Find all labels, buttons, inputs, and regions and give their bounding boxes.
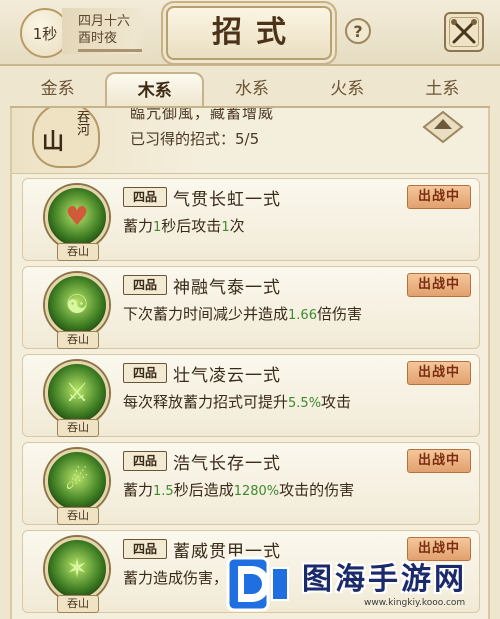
element-tabs: 金系 木系 水系 火系 土系 [10,72,490,108]
watermark-url: www.kingkiy.kooo.com [364,598,466,608]
tab-water-label: 水系 [235,79,269,99]
watermark-logo-icon [226,556,289,612]
desc-text: 每次释放蓄力招式可提升 [123,393,289,411]
desc-text: 秒后攻击 [161,217,222,235]
school-header: 山 吞河 臨亢御風，藏蓄增威 已习得的招式：5/5 [12,108,488,174]
rank-badge: 四品 [123,187,167,207]
close-button[interactable] [444,12,484,52]
time-speed-label: 1秒 [32,24,58,43]
tab-water[interactable]: 水系 [204,72,299,106]
skill-description: 每次释放蓄力招式可提升5.5%攻击 [123,391,351,412]
watermark-text: 图海手游网 [302,562,467,597]
desc-text: 蓄力造成伤害， [123,569,229,587]
desc-value: 1280% [233,484,280,499]
desc-value: 1 [221,220,230,235]
skill-name: 壮气凌云一式 [173,366,281,386]
desc-text: 攻击的伤害 [279,481,355,499]
date-line-2: 酉时夜 [78,31,118,46]
collapse-button[interactable] [422,110,464,144]
skill-glyph: ✶ [66,554,88,584]
skill-list-panel[interactable]: 山 吞河 臨亢御風，藏蓄增威 已习得的招式：5/5 ♥ 吞山 四品 气贯长虹一式… [10,108,490,619]
desc-text: 下次蓄力时间减少并造成 [123,305,289,323]
tab-earth[interactable]: 土系 [395,72,490,106]
desc-text: 倍伤害 [316,305,362,323]
school-tag: 吞山 [57,507,99,525]
school-motto: 臨亢御風，藏蓄增威 [130,108,275,122]
school-tag: 吞山 [57,419,99,437]
desc-value: 5.5% [288,396,322,411]
skill-card[interactable]: ⚔ 吞山 四品 壮气凌云一式 出战中 每次释放蓄力招式可提升5.5%攻击 [22,354,480,437]
school-tag: 吞山 [57,331,99,349]
tab-fire[interactable]: 火系 [300,72,395,106]
skill-glyph: ☄ [65,466,89,496]
school-seal-icon: 山 吞河 [32,108,100,168]
seal-char-big: 山 [42,129,65,155]
in-battle-badge[interactable]: 出战中 [407,449,471,473]
desc-text: 次 [229,217,245,235]
page-title: 招式 [212,15,300,50]
school-tag: 吞山 [57,595,99,613]
crossed-swords-close-icon [451,19,477,44]
rank-badge: 四品 [123,275,167,295]
desc-value: 1.66 [288,308,317,323]
skill-card[interactable]: ☯ 吞山 四品 神融气泰一式 出战中 下次蓄力时间减少并造成1.66倍伤害 [22,266,480,349]
swordsman-icon: ☄ [45,449,109,513]
slash-icon: ✶ [45,537,109,601]
in-battle-badge[interactable]: 出战中 [407,361,471,385]
tab-wood-label: 木系 [137,81,172,101]
tab-wood[interactable]: 木系 [105,72,205,106]
school-tag: 吞山 [57,243,99,261]
skill-name: 神融气泰一式 [173,278,281,298]
skill-card[interactable]: ♥ 吞山 四品 气贯长虹一式 出战中 蓄力1秒后攻击1次 [22,178,480,261]
desc-value: 1.5 [153,484,174,499]
skill-name: 气贯长虹一式 [173,190,281,210]
seal-chars-small: 吞河 [74,110,89,136]
desc-text: 秒后造成 [173,481,234,499]
tab-metal-label: 金系 [40,79,75,99]
tab-earth-label: 土系 [425,79,460,99]
warrior-icon: ⚔ [45,361,109,425]
meditation-icon: ☯ [45,273,109,337]
skill-glyph: ☯ [65,290,89,320]
heart-icon: ♥ [45,185,109,249]
time-progress-bar [78,49,142,52]
skill-description: 下次蓄力时间减少并造成1.66倍伤害 [123,303,362,324]
skill-description: 蓄力造成伤害， [123,567,228,588]
desc-text: 攻击 [321,393,352,411]
game-date: 四月十六 酉时夜 [62,8,146,54]
header-bar: 1秒 四月十六 酉时夜 招式 ? [0,0,500,66]
rank-badge: 四品 [123,539,167,559]
date-line-1: 四月十六 [78,14,131,29]
rank-badge: 四品 [123,363,167,383]
rank-badge: 四品 [123,451,167,471]
skill-glyph: ⚔ [65,378,89,408]
tab-metal[interactable]: 金系 [10,72,105,106]
skill-card[interactable]: ☄ 吞山 四品 浩气长存一式 出战中 蓄力1.5秒后造成1280%攻击的伤害 [22,442,480,525]
skill-name: 浩气长存一式 [173,454,281,474]
site-watermark: 图海手游网 www.kingkiy.kooo.com [224,554,490,616]
help-icon: ? [353,21,363,41]
skill-description: 蓄力1.5秒后造成1280%攻击的伤害 [123,479,354,500]
desc-text: 蓄力 [123,217,154,235]
in-battle-badge[interactable]: 出战中 [407,273,471,297]
tab-fire-label: 火系 [330,79,365,99]
skill-glyph: ♥ [65,202,89,232]
help-button[interactable]: ? [345,18,371,44]
collapse-up-icon [422,110,464,144]
learned-count: 已习得的招式：5/5 [130,130,260,148]
skill-description: 蓄力1秒后攻击1次 [123,215,245,236]
in-battle-badge[interactable]: 出战中 [407,185,471,209]
desc-text: 蓄力 [123,481,154,499]
title-plaque: 招式 [166,6,332,60]
